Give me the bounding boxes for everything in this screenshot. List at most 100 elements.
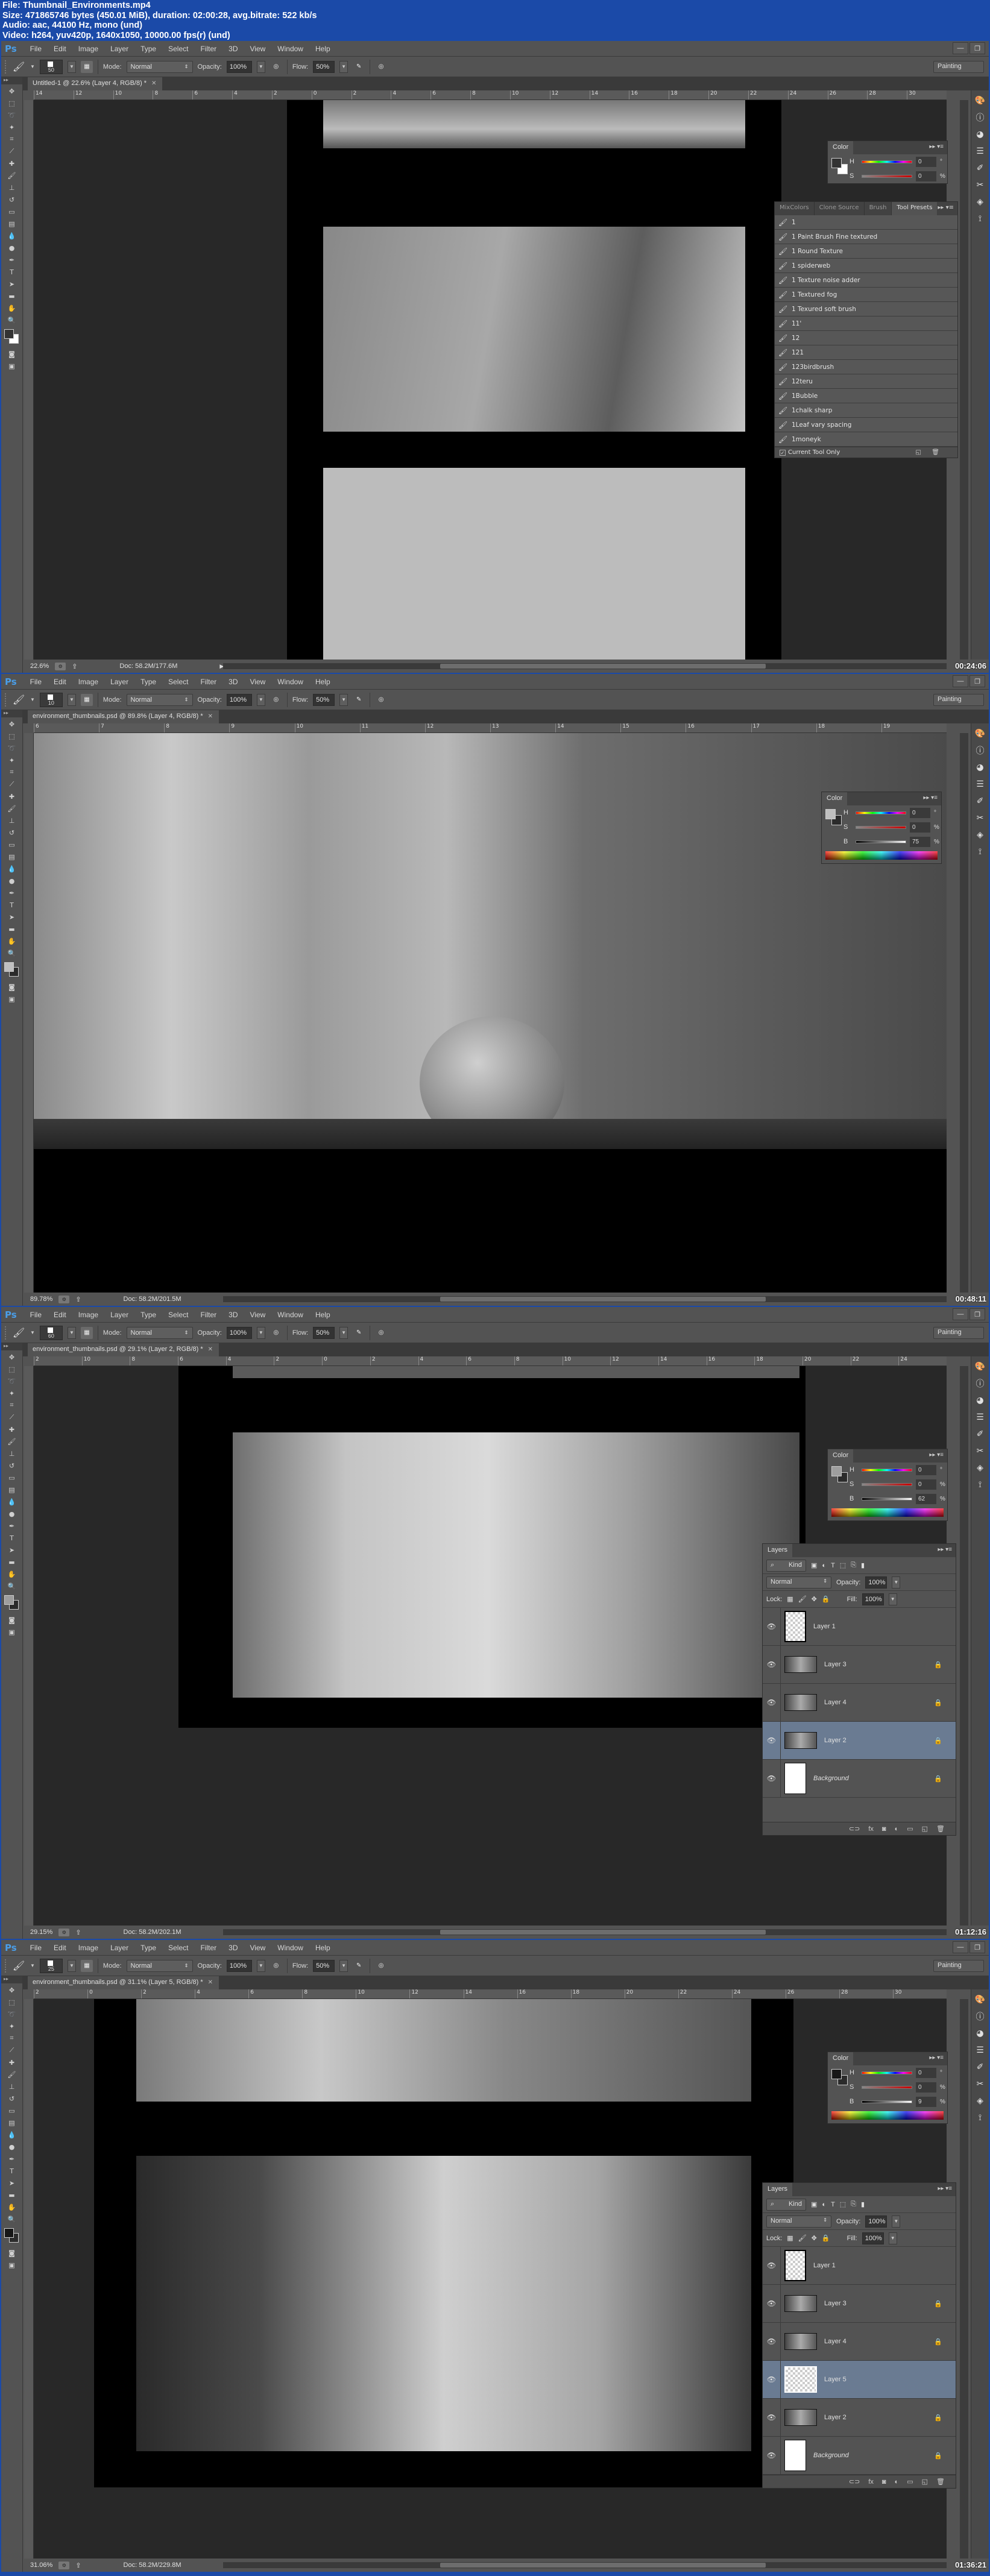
menu-filter[interactable]: Filter <box>194 45 222 53</box>
crop-tool-icon[interactable]: ⌗ <box>5 767 19 778</box>
crop-tool-icon[interactable]: ⌗ <box>5 2033 19 2044</box>
color-slider-s[interactable] <box>856 825 906 829</box>
dodge-tool-icon[interactable]: ● <box>5 242 19 253</box>
clone-stamp-tool-icon[interactable]: ⊥ <box>5 182 19 193</box>
menu-view[interactable]: View <box>244 1944 271 1952</box>
menu-edit[interactable]: Edit <box>48 45 72 53</box>
eraser-tool-icon[interactable]: ▭ <box>5 206 19 217</box>
path-select-tool-icon[interactable]: ➤ <box>5 912 19 922</box>
info-panel-icon[interactable]: ⓘ <box>973 2010 988 2023</box>
zoom-tool-icon[interactable]: 🔍 <box>5 1581 19 1592</box>
layer-row[interactable]: 👁 Layer 1 <box>763 1608 956 1646</box>
pressure-opacity-icon[interactable]: ◎ <box>270 61 282 73</box>
gradient-tool-icon[interactable]: ▤ <box>5 851 19 862</box>
info-panel-icon[interactable]: ⓘ <box>973 744 988 757</box>
preset-item[interactable]: 🖌 1 spiderweb <box>775 259 957 273</box>
horizontal-scrollbar[interactable] <box>223 2562 947 2568</box>
screen-mode-icon[interactable]: ▣ <box>5 2260 19 2270</box>
brush-tool-icon[interactable]: 🖌 <box>12 693 25 707</box>
quick-select-tool-icon[interactable]: ✦ <box>5 2021 19 2032</box>
type-tool-icon[interactable]: T <box>5 2165 19 2176</box>
fill-field[interactable]: 100% <box>862 1593 884 1605</box>
color-value-s[interactable]: 0 <box>916 1479 936 1490</box>
mode-select[interactable]: Normal ⇕ <box>126 60 193 73</box>
color-value-h[interactable]: 0 <box>916 1464 936 1475</box>
color-value-h[interactable]: 0 <box>916 2067 936 2078</box>
restore-button[interactable]: ❐ <box>970 1308 985 1320</box>
menu-view[interactable]: View <box>244 45 271 53</box>
color-value-b[interactable]: 75 <box>910 836 930 847</box>
zoom-level[interactable]: 22.6% <box>30 663 49 670</box>
vertical-scrollbar[interactable] <box>960 1366 968 1926</box>
shape-tool-icon[interactable]: ▬ <box>5 2190 19 2200</box>
filter-type-icon[interactable]: T <box>831 1562 835 1569</box>
brush-tool-icon[interactable]: 🖌 <box>5 803 19 814</box>
layer-opacity-field[interactable]: 100% <box>865 1576 888 1589</box>
marquee-tool-icon[interactable]: ⬚ <box>5 1997 19 2008</box>
color-panel-tab[interactable]: Color <box>822 792 848 805</box>
opacity-field[interactable]: 100% <box>226 60 252 73</box>
toolbox-collapse[interactable]: ▸▸ <box>1 1976 22 1983</box>
pen-tool-icon[interactable]: ✒ <box>5 2153 19 2164</box>
brush-presets-panel-icon[interactable]: ✐ <box>973 795 988 808</box>
brush-tool-icon[interactable]: 🖌 <box>12 1326 25 1340</box>
status-options-icon[interactable]: ⚙ <box>58 1295 70 1303</box>
color-value-h[interactable]: 0 <box>910 807 930 818</box>
horizontal-scroll-thumb[interactable] <box>440 664 766 669</box>
canvas[interactable] <box>34 733 947 1293</box>
options-grip[interactable] <box>5 1326 7 1340</box>
marquee-tool-icon[interactable]: ⬚ <box>5 731 19 742</box>
horizontal-scroll-thumb[interactable] <box>440 2563 766 2568</box>
layer-row[interactable]: 👁 Layer 4 🔒 <box>763 2323 956 2361</box>
preset-item[interactable]: 🖌 1Leaf vary spacing <box>775 418 957 432</box>
panel-menu-icon[interactable]: ▸▸ ▾≡ <box>938 2185 952 2192</box>
blend-mode-select[interactable]: Normal ⇕ <box>766 2215 831 2228</box>
quick-mask-icon[interactable]: ◙ <box>5 981 19 992</box>
brush-size-picker[interactable]: 25 <box>39 1958 63 1973</box>
eyedropper-tool-icon[interactable]: ⟋ <box>5 2045 19 2056</box>
layer-row[interactable]: 👁 Layer 4 🔒 <box>763 1684 956 1722</box>
add-mask-icon[interactable]: ◙ <box>882 1825 886 1833</box>
layer-row[interactable]: 👁 Layer 3 🔒 <box>763 1646 956 1684</box>
adjustment-layer-icon[interactable]: ◐ <box>895 1825 899 1833</box>
lasso-tool-icon[interactable]: ➰ <box>5 2009 19 2020</box>
lasso-tool-icon[interactable]: ➰ <box>5 743 19 754</box>
preset-item[interactable]: 🖌 11' <box>775 316 957 331</box>
type-tool-icon[interactable]: T <box>5 899 19 910</box>
document-tab[interactable]: environment_thumbnails.psd @ 31.1% (Laye… <box>28 1976 219 1989</box>
layer-opacity-field[interactable]: 100% <box>865 2215 888 2228</box>
flow-dropdown[interactable]: ▼ <box>339 60 348 73</box>
filter-kind-select[interactable]: ⌕ Kind <box>766 1559 806 1572</box>
tab-tool-presets[interactable]: Tool Presets <box>892 202 938 215</box>
horizontal-scrollbar[interactable] <box>223 1929 947 1935</box>
tab-brush[interactable]: Brush <box>864 202 892 215</box>
current-tool-only-checkbox[interactable]: ✓ <box>780 449 786 456</box>
menu-image[interactable]: Image <box>72 1944 104 1952</box>
marquee-tool-icon[interactable]: ⬚ <box>5 1364 19 1375</box>
lock-all-icon[interactable]: 🔒 <box>822 1595 830 1603</box>
clone-source-panel-icon[interactable]: ☰ <box>973 778 988 791</box>
color-slider-h[interactable] <box>856 811 906 814</box>
history-brush-tool-icon[interactable]: ↺ <box>5 827 19 838</box>
visibility-eye-icon[interactable]: 👁 <box>763 2247 781 2284</box>
menu-edit[interactable]: Edit <box>48 678 72 686</box>
layers-panel-icon[interactable]: ◈ <box>973 2094 988 2108</box>
menu-image[interactable]: Image <box>72 45 104 53</box>
document-tab[interactable]: environment_thumbnails.psd @ 29.1% (Laye… <box>28 1343 219 1356</box>
healing-tool-icon[interactable]: ✚ <box>5 1424 19 1435</box>
visibility-eye-icon[interactable]: 👁 <box>763 2437 781 2474</box>
menu-filter[interactable]: Filter <box>194 1944 222 1952</box>
options-grip[interactable] <box>5 1959 7 1973</box>
lasso-tool-icon[interactable]: ➰ <box>5 110 19 121</box>
fill-field[interactable]: 100% <box>862 2232 884 2244</box>
menu-file[interactable]: File <box>24 1944 48 1952</box>
tab-clone-source[interactable]: Clone Source <box>814 202 865 215</box>
filter-kind-select[interactable]: ⌕ Kind <box>766 2198 806 2211</box>
brush-tool-icon[interactable]: 🖌 <box>5 1436 19 1447</box>
vertical-scrollbar[interactable] <box>960 100 968 660</box>
flow-field[interactable]: 50% <box>313 60 335 73</box>
move-tool-icon[interactable]: ✥ <box>5 1985 19 1995</box>
menu-file[interactable]: File <box>24 678 48 686</box>
path-select-tool-icon[interactable]: ➤ <box>5 279 19 289</box>
foreground-color-swatch[interactable] <box>4 1595 14 1605</box>
